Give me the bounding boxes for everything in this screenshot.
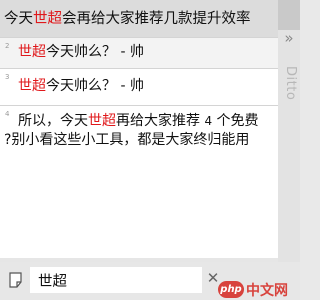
clip-list: 今天世超会再给大家推荐几款提升效率 2 世超今天帅么？ - 帅 3 世超今天帅么… bbox=[0, 0, 278, 258]
clip-text-part: 今天帅么？ - 帅 bbox=[46, 78, 144, 94]
search-input[interactable] bbox=[30, 267, 202, 293]
search-highlight: 世超 bbox=[18, 78, 46, 94]
clip-text-part: 今天帅么？ - 帅 bbox=[46, 44, 144, 60]
clip-text-part: 今天 bbox=[4, 11, 33, 27]
watermark-text: 中文网 bbox=[246, 283, 288, 299]
app-title: Ditto bbox=[283, 66, 298, 101]
search-highlight: 世超 bbox=[88, 113, 116, 129]
clip-text-part: 个免费 bbox=[212, 113, 259, 129]
clip-item-3[interactable]: 3 世超今天帅么？ - 帅 bbox=[0, 69, 278, 105]
clip-item-2[interactable]: 2 世超今天帅么？ - 帅 bbox=[0, 38, 278, 68]
clip-text: 今天世超会再给大家推荐几款提升效率 bbox=[4, 7, 251, 28]
clip-index: 4 bbox=[5, 110, 10, 118]
watermark-logo: php bbox=[218, 281, 244, 298]
search-highlight: 世超 bbox=[33, 11, 62, 27]
clip-text-part: 所以，今天 bbox=[18, 113, 88, 129]
search-highlight: 世超 bbox=[18, 44, 46, 60]
clip-text: 世超今天帅么？ - 帅 bbox=[18, 41, 144, 61]
clip-index: 3 bbox=[5, 73, 10, 81]
clip-text: 所以，今天世超再给大家推荐 4 个免费 bbox=[18, 110, 259, 130]
clip-text-line2: ?别小看这些小工具，都是大家终归能用 bbox=[4, 132, 250, 148]
ditto-window: 今天世超会再给大家推荐几款提升效率 2 世超今天帅么？ - 帅 3 世超今天帅么… bbox=[0, 0, 300, 300]
side-strip: » Ditto bbox=[278, 0, 300, 300]
clip-text-part: 会再给大家推荐几款提升效率 bbox=[62, 11, 251, 27]
clip-item-4[interactable]: 4 所以，今天世超再给大家推荐 4 个免费 ?别小看这些小工具，都是大家终归能用 bbox=[0, 106, 278, 258]
site-watermark: php 中文网 bbox=[218, 279, 300, 300]
clip-text-part: 再给大家推荐 bbox=[116, 113, 205, 129]
clip-text: 世超今天帅么？ - 帅 bbox=[18, 75, 144, 95]
collapse-icon[interactable]: » bbox=[280, 28, 298, 48]
clip-index: 2 bbox=[5, 42, 10, 50]
note-icon[interactable] bbox=[9, 272, 22, 288]
clip-text-part: 4 bbox=[204, 114, 213, 128]
clip-item-1[interactable]: 今天世超会再给大家推荐几款提升效率 bbox=[0, 0, 278, 37]
scrollbar-thumb[interactable] bbox=[278, 0, 300, 30]
